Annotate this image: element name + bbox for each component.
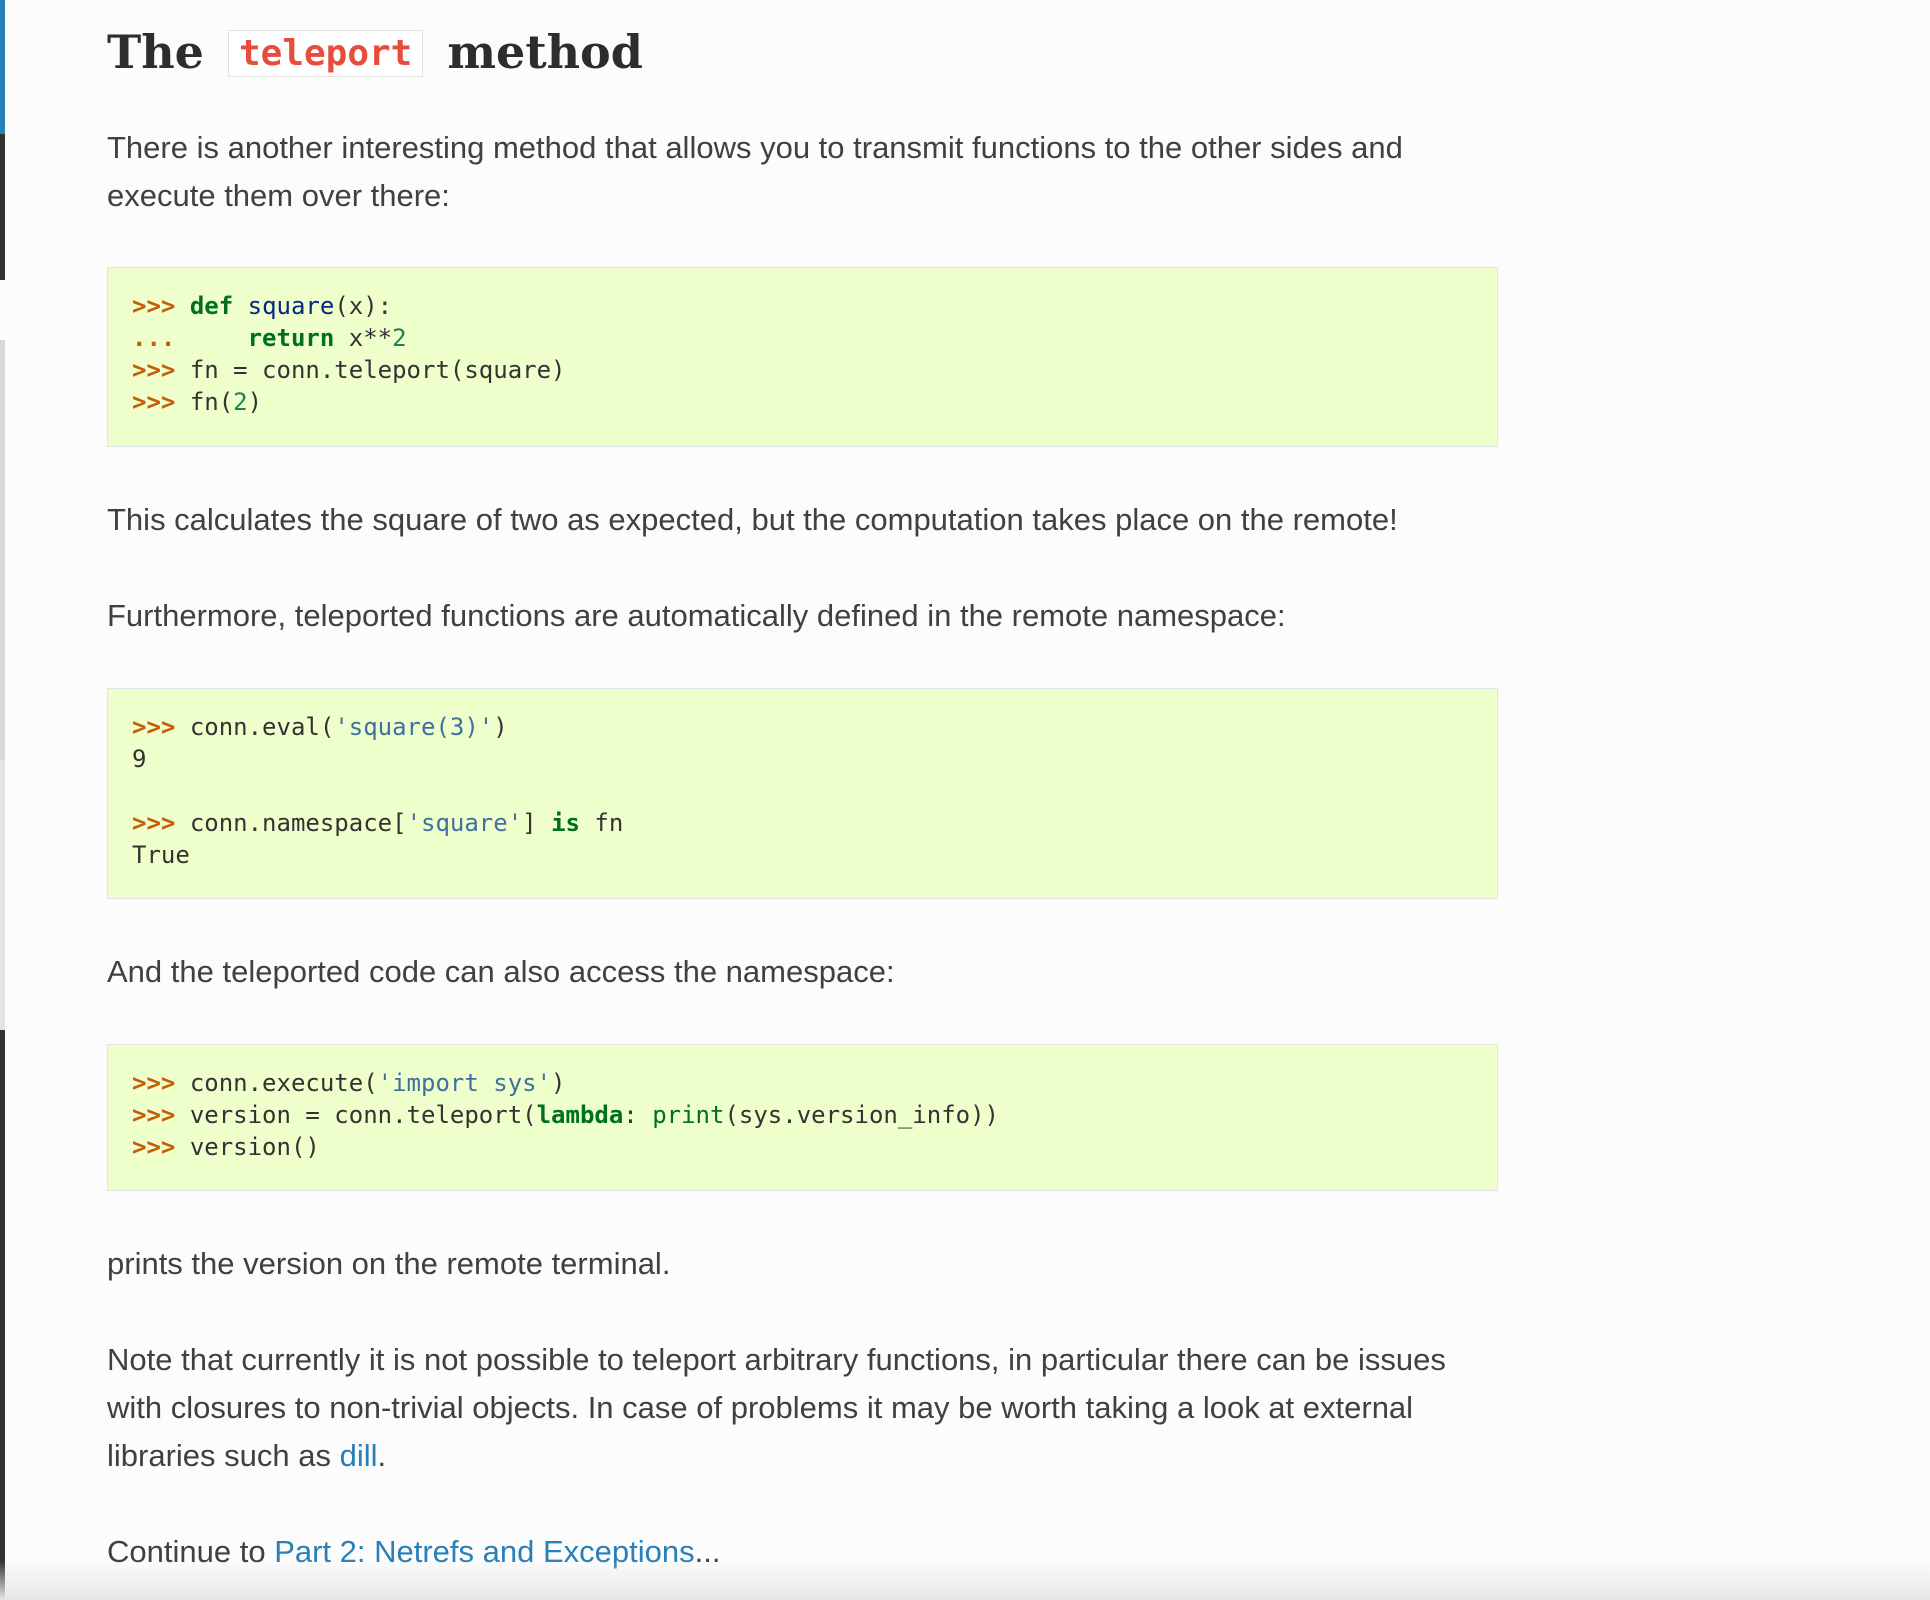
bottom-shadow xyxy=(0,1560,1930,1600)
title-code: teleport xyxy=(227,30,424,77)
page-title: The teleport method xyxy=(107,20,643,86)
title-prefix: The xyxy=(107,25,204,79)
code-line: ... return x**2 xyxy=(132,322,1473,354)
code-text: conn.eval( xyxy=(189,713,335,741)
function-name: square xyxy=(247,292,335,320)
code-text: version() xyxy=(189,1133,320,1161)
note-text: Note that currently it is not possible t… xyxy=(107,1342,1446,1473)
code-text: conn.namespace[ xyxy=(189,809,407,837)
sidebar-edge xyxy=(0,1030,5,1600)
code-line: >>> def square(x): xyxy=(132,290,1473,322)
intro-paragraph: There is another interesting method that… xyxy=(107,130,1403,213)
code-line: >>> version() xyxy=(132,1131,1473,1163)
number: 2 xyxy=(233,388,248,416)
string: 'square(3)' xyxy=(334,713,494,741)
title-suffix: method xyxy=(447,25,643,79)
number: 2 xyxy=(392,324,407,352)
sidebar-edge-active xyxy=(0,0,5,134)
note-end: . xyxy=(377,1438,387,1473)
string: 'square' xyxy=(406,809,523,837)
code-line: >>> fn = conn.teleport(square) xyxy=(132,354,1473,386)
prompt: >>> xyxy=(132,1133,176,1161)
code-block-teleport: >>> def square(x): ... return x**2 >>> f… xyxy=(107,267,1498,447)
sidebar-edge xyxy=(0,760,5,1030)
prompt: >>> xyxy=(132,809,176,837)
sidebar-edge xyxy=(0,134,5,280)
code-text: ] xyxy=(522,809,537,837)
code-text: ) xyxy=(551,1069,566,1097)
code-block-execute: >>> conn.execute('import sys') >>> versi… xyxy=(107,1044,1498,1191)
prompt: >>> xyxy=(132,388,176,416)
sidebar-edge xyxy=(0,340,5,760)
keyword: def xyxy=(189,292,234,320)
string: 'import sys' xyxy=(377,1069,552,1097)
code-line: >>> fn(2) xyxy=(132,386,1473,418)
builtin: print xyxy=(652,1101,725,1129)
code-text: fn( xyxy=(189,388,234,416)
keyword: lambda xyxy=(536,1101,624,1129)
code-text: ) xyxy=(247,388,263,416)
paragraph-prints: prints the version on the remote termina… xyxy=(107,1246,671,1281)
prompt: >>> xyxy=(132,713,176,741)
prompt: ... xyxy=(132,324,176,352)
code-text: version = conn.teleport( xyxy=(189,1101,537,1129)
paragraph-note: Note that currently it is not possible t… xyxy=(107,1336,1500,1480)
code-output: True xyxy=(132,841,190,869)
keyword: return xyxy=(247,324,335,352)
dill-link[interactable]: dill xyxy=(340,1438,378,1473)
paragraph-result: This calculates the square of two as exp… xyxy=(107,502,1398,537)
paragraph-access: And the teleported code can also access … xyxy=(107,954,895,989)
code-text: fn xyxy=(594,809,624,837)
code-line: >>> conn.execute('import sys') xyxy=(132,1067,1473,1099)
code-line: >>> conn.namespace['square'] is fn xyxy=(132,807,1473,839)
code-line: >>> conn.eval('square(3)') xyxy=(132,711,1473,743)
code-text: (x): xyxy=(334,292,393,320)
code-text: (sys.version_info)) xyxy=(724,1101,999,1129)
prompt: >>> xyxy=(132,356,176,384)
code-text: conn.execute( xyxy=(189,1069,378,1097)
code-text: ) xyxy=(493,713,508,741)
paragraph-namespace: Furthermore, teleported functions are au… xyxy=(107,598,1286,633)
code-output: 9 xyxy=(132,745,147,773)
prompt: >>> xyxy=(132,1069,176,1097)
prompt: >>> xyxy=(132,292,176,320)
code-line: >>> version = conn.teleport(lambda: prin… xyxy=(132,1099,1473,1131)
operator: ** xyxy=(363,324,393,352)
code-block-namespace: >>> conn.eval('square(3)') 9 >>> conn.na… xyxy=(107,688,1498,899)
code-text: fn = conn.teleport(square) xyxy=(189,356,566,384)
code-text: : xyxy=(623,1101,638,1129)
prompt: >>> xyxy=(132,1101,176,1129)
code-text: x xyxy=(348,324,364,352)
operator-word: is xyxy=(551,809,580,837)
